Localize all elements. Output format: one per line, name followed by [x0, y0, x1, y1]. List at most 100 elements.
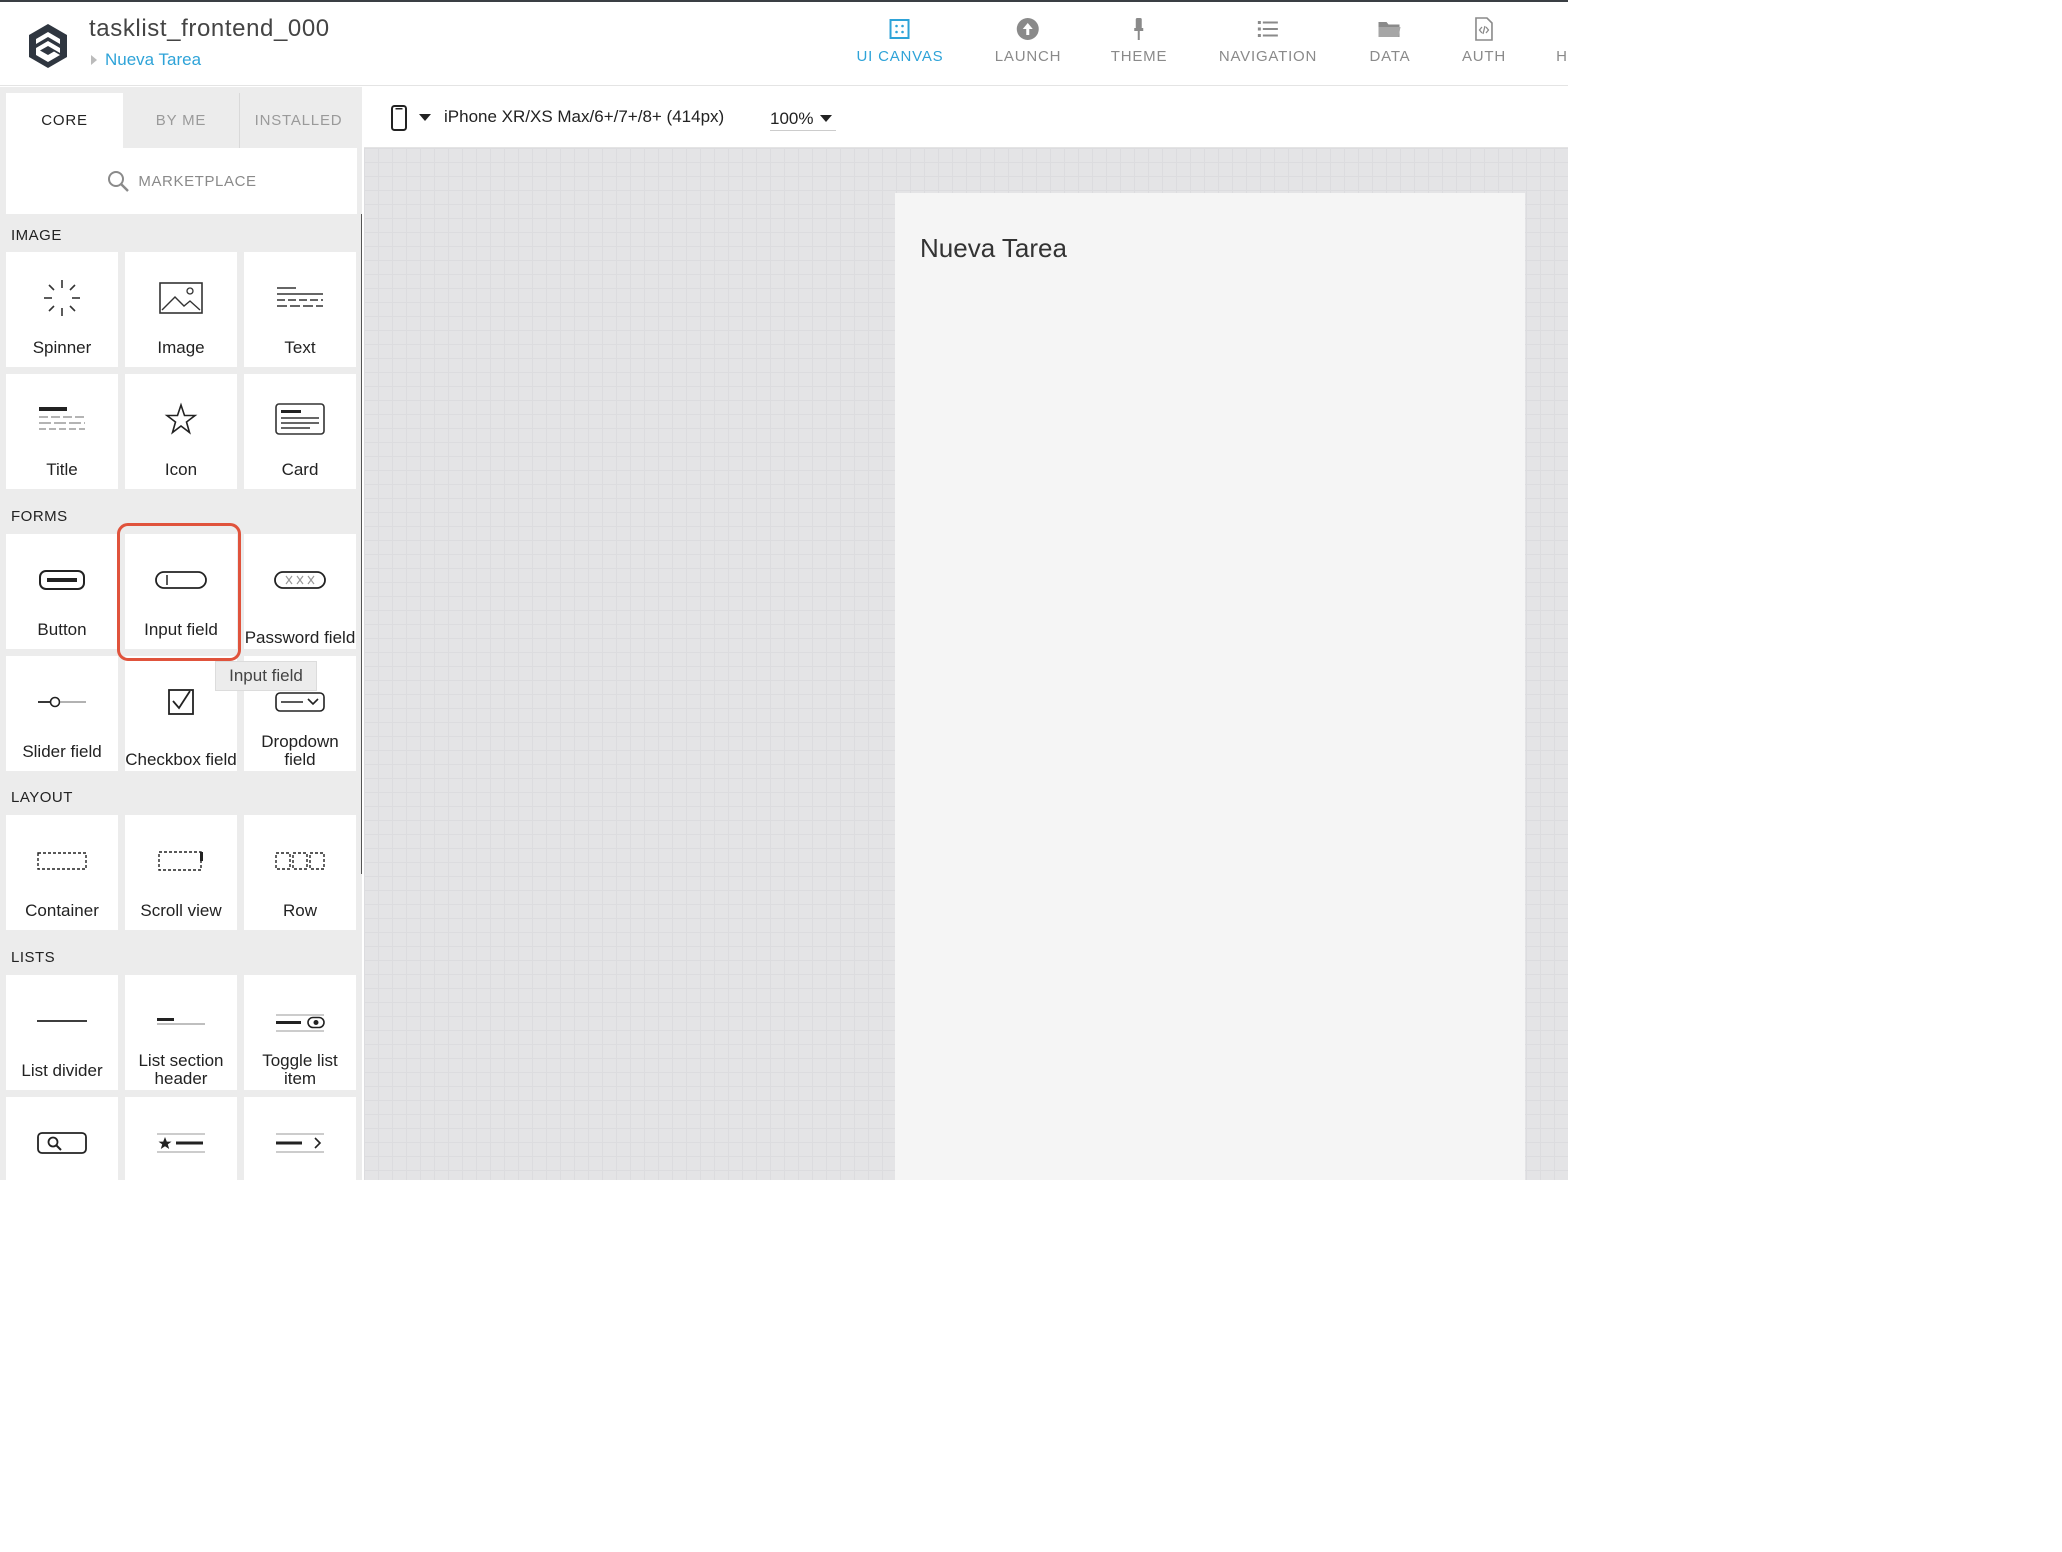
tile-label: Spinner: [32, 338, 92, 357]
tile-label: Dropdown field: [261, 732, 339, 769]
tile-label: Button: [37, 620, 87, 639]
tile-label: Card: [281, 460, 319, 479]
data-icon: [1378, 22, 1401, 37]
search-bar-icon: [37, 1132, 87, 1154]
zoom-value: 100%: [770, 109, 814, 128]
component-scroll-view[interactable]: Scroll view: [125, 815, 237, 930]
device-dropdown-icon[interactable]: [419, 114, 431, 121]
nav-list-item-icon: [276, 1133, 324, 1153]
component-row[interactable]: Row: [244, 815, 356, 930]
tooltip: Input field: [215, 661, 317, 691]
screen-title[interactable]: Nueva Tarea: [920, 233, 1067, 264]
tab-installed[interactable]: INSTALLED: [240, 93, 357, 148]
phone-screen[interactable]: Nueva Tarea: [895, 193, 1525, 1180]
component-input-field[interactable]: Input field: [125, 534, 237, 649]
component-icon-list-item[interactable]: [125, 1097, 237, 1180]
section-forms-label: FORMS: [11, 508, 68, 525]
title-icon: [39, 407, 85, 430]
nav-ui-canvas[interactable]: UI CANVAS: [857, 16, 944, 65]
tile-label: Row: [282, 901, 317, 920]
marketplace-button[interactable]: MARKETPLACE: [6, 148, 357, 214]
tile-label: Toggle list item: [262, 1051, 338, 1088]
card-icon: [275, 403, 325, 435]
nav-auth[interactable]: AUTH: [1462, 16, 1506, 65]
app-logo-icon[interactable]: [24, 22, 72, 70]
component-nav-list-item[interactable]: [244, 1097, 356, 1180]
checkbox-icon: [168, 689, 194, 715]
nav-launch[interactable]: LAUNCH: [995, 16, 1061, 65]
toggle-list-item-icon: [276, 1014, 325, 1032]
component-slider-field[interactable]: Slider field: [6, 656, 118, 771]
canvas-toolbar: iPhone XR/XS Max/6+/7+/8+ (414px) 100%: [364, 87, 1568, 148]
component-text[interactable]: Text: [244, 252, 356, 367]
slider-icon: [38, 696, 86, 708]
component-sidebar: CORE BY ME INSTALLED MARKETPLACE IMAGE S…: [0, 87, 362, 1180]
phone-icon[interactable]: [390, 105, 408, 131]
navigation-icon: [1257, 21, 1278, 37]
component-spinner[interactable]: Spinner: [6, 252, 118, 367]
component-title[interactable]: Title: [6, 374, 118, 489]
component-search-bar[interactable]: [6, 1097, 118, 1180]
component-button[interactable]: Button: [6, 534, 118, 649]
nav-label: THEME: [1110, 48, 1168, 65]
tile-label: Text: [284, 338, 316, 357]
device-selector[interactable]: iPhone XR/XS Max/6+/7+/8+ (414px): [444, 107, 724, 127]
tile-label: Icon: [164, 460, 198, 479]
nav-label: H: [1556, 48, 1568, 65]
nav-label: DATA: [1369, 48, 1411, 65]
nav-label: NAVIGATION: [1218, 48, 1318, 65]
ui-canvas[interactable]: Nueva Tarea: [364, 148, 1568, 1180]
breadcrumb[interactable]: Nueva Tarea: [91, 50, 201, 70]
spinner-icon: [44, 280, 80, 316]
input-field-icon: [155, 571, 207, 589]
nav-label: UI CANVAS: [856, 48, 944, 65]
section-lists-label: LISTS: [11, 949, 56, 966]
tile-label: Title: [46, 460, 78, 479]
search-icon: [108, 171, 130, 192]
component-container[interactable]: Container: [6, 815, 118, 930]
tile-label: Scroll view: [140, 901, 222, 920]
breadcrumb-screen-name[interactable]: Nueva Tarea: [105, 50, 201, 70]
tab-core[interactable]: CORE: [6, 93, 123, 148]
chevron-down-icon: [820, 115, 832, 122]
component-list-divider[interactable]: List divider: [6, 975, 118, 1090]
text-icon: [277, 287, 323, 307]
component-toggle-list-item[interactable]: Toggle list item: [244, 975, 356, 1090]
nav-label: LAUNCH: [994, 48, 1062, 65]
more-icon: [1549, 16, 1575, 42]
tab-by-me[interactable]: BY ME: [123, 93, 240, 148]
sidebar-tabs: CORE BY ME INSTALLED: [6, 93, 357, 148]
marketplace-label: MARKETPLACE: [138, 172, 257, 190]
sidebar-scrollbar[interactable]: [361, 214, 362, 874]
star-icon: [164, 402, 198, 435]
theme-icon: [1134, 18, 1144, 40]
nav-label: AUTH: [1461, 48, 1507, 65]
nav-data[interactable]: DATA: [1370, 16, 1411, 65]
app-header: tasklist_frontend_000 Nueva Tarea UI CAN…: [0, 0, 1568, 86]
tile-label: Checkbox field: [125, 750, 237, 769]
container-icon: [37, 852, 87, 870]
auth-icon: [1475, 17, 1493, 41]
component-card[interactable]: Card: [244, 374, 356, 489]
tile-label: Password field: [244, 628, 356, 647]
tile-label: Input field: [144, 620, 218, 639]
icon-list-item-icon: [157, 1133, 205, 1153]
tile-label: Image: [157, 338, 205, 357]
scroll-view-icon: [158, 851, 203, 871]
tile-label: List divider: [21, 1061, 103, 1080]
section-image-label: IMAGE: [11, 227, 62, 244]
list-section-header-icon: [157, 1018, 205, 1025]
component-icon[interactable]: Icon: [125, 374, 237, 489]
list-divider-icon: [37, 1020, 87, 1022]
component-password-field[interactable]: Password field: [244, 534, 356, 649]
nav-navigation[interactable]: NAVIGATION: [1219, 16, 1317, 65]
component-image[interactable]: Image: [125, 252, 237, 367]
password-field-icon: [274, 571, 326, 589]
button-icon: [39, 570, 85, 590]
image-icon: [159, 282, 203, 314]
nav-more[interactable]: H: [1549, 16, 1575, 65]
nav-theme[interactable]: THEME: [1111, 16, 1168, 65]
breadcrumb-caret-icon: [91, 55, 97, 65]
zoom-selector[interactable]: 100%: [770, 105, 836, 131]
component-list-section-header[interactable]: List section header: [125, 975, 237, 1090]
